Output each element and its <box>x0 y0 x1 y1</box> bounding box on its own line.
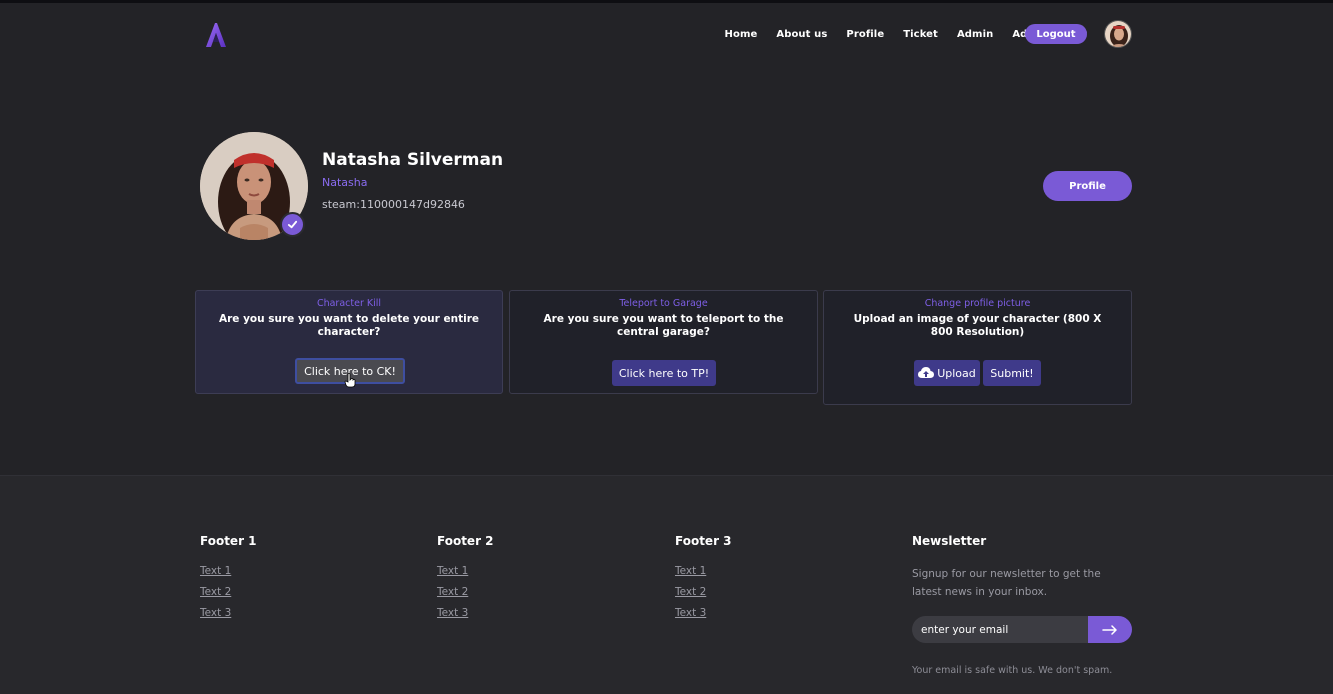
card-text: Upload an image of your character (800 X… <box>853 313 1102 338</box>
card-label: Character Kill <box>316 298 382 309</box>
upload-label: Upload <box>937 366 976 380</box>
footer-title: Footer 3 <box>675 534 732 548</box>
submit-button[interactable]: Submit! <box>983 360 1041 386</box>
nav-profile[interactable]: Profile <box>846 29 884 40</box>
newsletter-form <box>912 616 1132 643</box>
upload-button[interactable]: Upload <box>914 360 980 386</box>
footer-title: Footer 1 <box>200 534 257 548</box>
nav-home[interactable]: Home <box>725 29 758 40</box>
card-text: Are you sure you want to teleport to the… <box>543 313 784 338</box>
verified-check-icon <box>280 212 305 237</box>
newsletter-column: Newsletter Signup for our newsletter to … <box>912 534 1132 676</box>
nav-about-us[interactable]: About us <box>776 29 827 40</box>
change-picture-card: Change profile picture Upload an image o… <box>823 290 1132 405</box>
footer-column-3: Footer 3 Text 1 Text 2 Text 3 <box>675 534 732 628</box>
steam-id: steam:110000147d92846 <box>322 198 465 211</box>
footer-link[interactable]: Text 3 <box>200 607 257 619</box>
logo-icon[interactable] <box>204 22 228 48</box>
nav-ticket[interactable]: Ticket <box>903 29 938 40</box>
newsletter-note: Your email is safe with us. We don't spa… <box>912 665 1113 676</box>
nav-admin[interactable]: Admin <box>957 29 993 40</box>
profile-button[interactable]: Profile <box>1043 171 1132 201</box>
newsletter-text: Signup for our newsletter to get the lat… <box>912 568 1101 598</box>
footer-column-2: Footer 2 Text 1 Text 2 Text 3 <box>437 534 494 628</box>
footer: Footer 1 Text 1 Text 2 Text 3 Footer 2 T… <box>0 475 1333 694</box>
footer-link[interactable]: Text 2 <box>675 586 732 598</box>
footer-link[interactable]: Text 1 <box>200 565 257 577</box>
newsletter-title: Newsletter <box>912 534 987 548</box>
character-nickname: Natasha <box>322 176 368 189</box>
arrow-right-icon <box>1102 624 1117 635</box>
avatar[interactable] <box>1104 20 1132 48</box>
logout-button[interactable]: Logout <box>1025 24 1087 44</box>
card-label: Teleport to Garage <box>619 298 708 309</box>
card-label: Change profile picture <box>924 298 1031 309</box>
tp-button[interactable]: Click here to TP! <box>612 360 716 386</box>
footer-link[interactable]: Text 3 <box>437 607 494 619</box>
email-field[interactable] <box>912 616 1090 643</box>
cloud-upload-icon <box>918 367 935 378</box>
footer-link[interactable]: Text 1 <box>675 565 732 577</box>
card-text: Are you sure you want to delete your ent… <box>219 313 479 338</box>
newsletter-submit-button[interactable] <box>1088 616 1132 643</box>
top-border <box>0 0 1333 3</box>
footer-link[interactable]: Text 2 <box>200 586 257 598</box>
footer-title: Footer 2 <box>437 534 494 548</box>
character-name: Natasha Silverman <box>322 150 504 170</box>
hand-cursor-icon <box>344 373 356 388</box>
footer-column-1: Footer 1 Text 1 Text 2 Text 3 <box>200 534 257 628</box>
footer-link[interactable]: Text 2 <box>437 586 494 598</box>
footer-link[interactable]: Text 3 <box>675 607 732 619</box>
teleport-card: Teleport to Garage Are you sure you want… <box>509 290 818 394</box>
character-kill-card: Character Kill Are you sure you want to … <box>195 290 503 394</box>
footer-link[interactable]: Text 1 <box>437 565 494 577</box>
